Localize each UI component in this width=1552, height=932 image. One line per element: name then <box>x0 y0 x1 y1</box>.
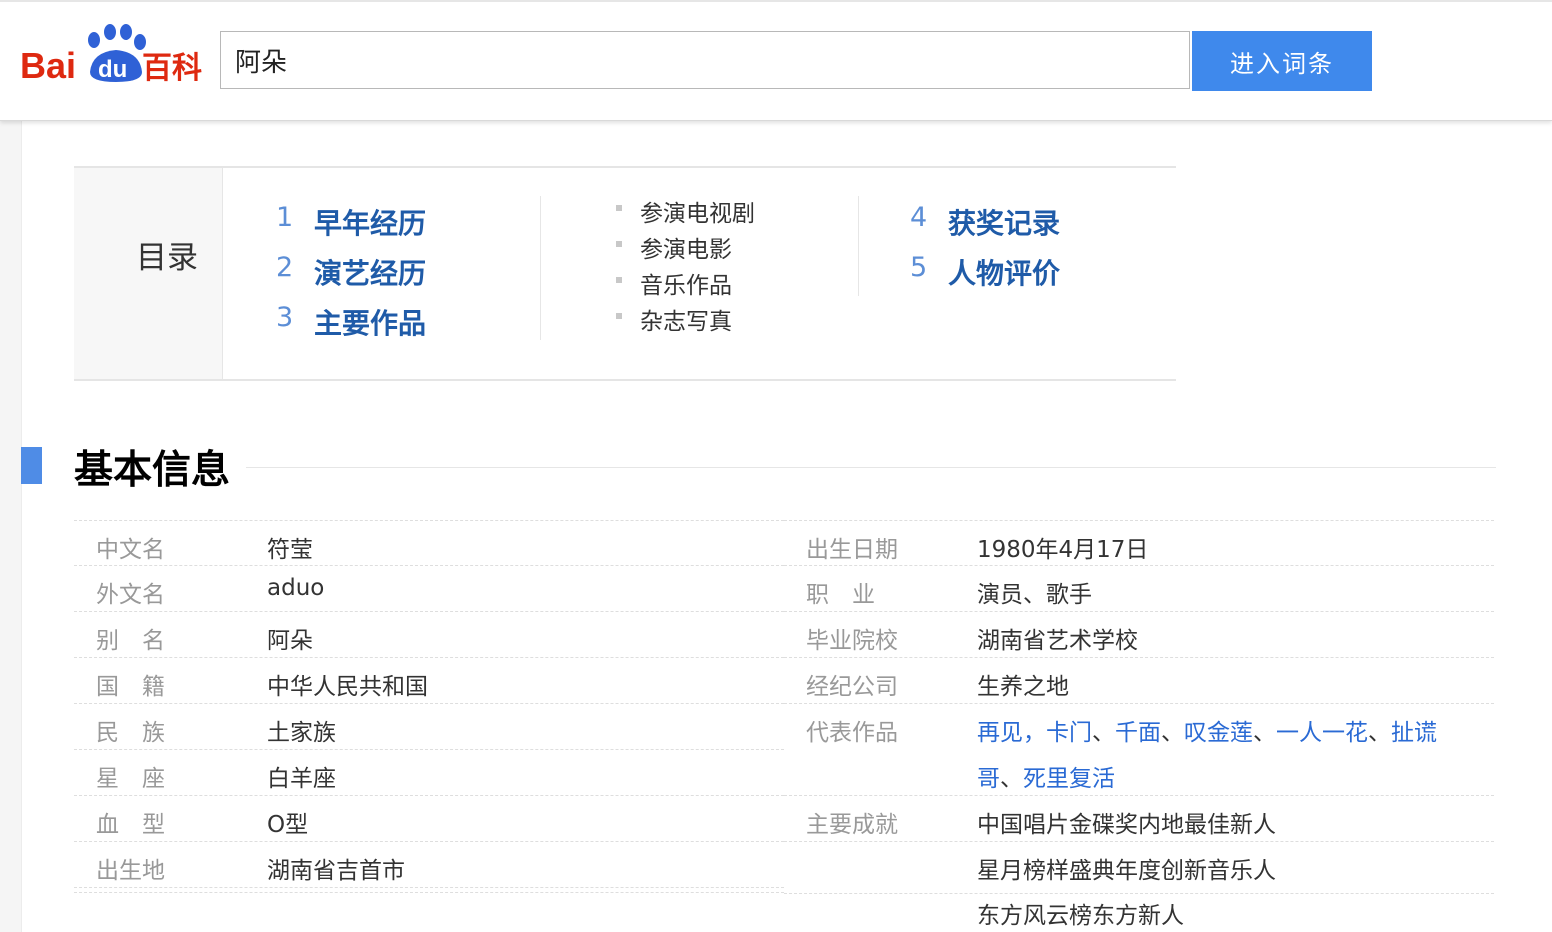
toc-num: 1 <box>276 202 294 233</box>
header-bar: Bai du 百科 进入词条 <box>0 0 1552 121</box>
info-value: 白羊座 <box>267 766 336 792</box>
toc-link[interactable]: 主要作品 <box>314 302 426 342</box>
bullet-icon <box>616 241 622 247</box>
search-input[interactable] <box>221 32 1189 88</box>
info-value: 1980年4月17日 <box>977 537 1149 563</box>
info-label: 出生日期 <box>806 537 898 563</box>
info-label: 职 业 <box>806 582 875 608</box>
work-link-zaijian[interactable]: 再见 <box>977 720 1023 746</box>
toc-link[interactable]: 人物评价 <box>948 252 1060 292</box>
info-label: 血 型 <box>96 812 165 838</box>
info-value: 湖南省吉首市 <box>267 858 405 884</box>
toc-subitem-label: 参演电视剧 <box>640 201 755 227</box>
toc-link[interactable]: 获奖记录 <box>948 202 1060 242</box>
table-of-contents: 目录 1 早年经历 2 演艺经历 3 主要作品 参演电视剧 参演电影 音乐作品 … <box>74 166 1176 381</box>
header-top-border <box>0 0 1552 2</box>
info-label: 外文名 <box>96 582 165 608</box>
info-label: 主要成就 <box>806 812 898 838</box>
info-value: 演员、歌手 <box>977 582 1092 608</box>
bullet-icon <box>616 313 622 319</box>
info-row-achievements-cont: 星月榜样盛典年度创新音乐人 <box>784 842 1494 894</box>
works-line-1: 再见，卡门、千面、叹金莲、一人一花、扯谎 <box>977 713 1437 747</box>
info-value: O型 <box>267 812 309 838</box>
toc-num: 4 <box>910 202 928 233</box>
info-row: 出生日期 1980年4月17日 <box>784 520 1494 566</box>
info-label: 国 籍 <box>96 674 165 700</box>
info-value: 中华人民共和国 <box>267 674 428 700</box>
section-title: 基本信息 <box>74 448 231 493</box>
info-label: 毕业院校 <box>806 628 898 654</box>
info-label: 代表作品 <box>806 720 898 746</box>
info-row-achievements: 主要成就 中国唱片金碟奖内地最佳新人 <box>784 796 1494 842</box>
toc-divider <box>858 196 859 296</box>
info-row: 血 型 O型 <box>74 796 784 842</box>
toc-subitem-label: 杂志写真 <box>640 309 732 335</box>
toc-num: 5 <box>910 252 928 283</box>
toc-label-area: 目录 <box>74 168 223 379</box>
info-row: 国 籍 中华人民共和国 <box>74 658 784 704</box>
toc-label: 目录 <box>136 240 198 276</box>
info-label: 经纪公司 <box>806 674 898 700</box>
info-row: 外文名 aduo <box>74 566 784 612</box>
toc-link[interactable]: 演艺经历 <box>314 252 426 292</box>
info-label: 别 名 <box>96 628 165 654</box>
work-link-tanjinlian[interactable]: 叹金莲 <box>1184 720 1253 746</box>
info-label: 出生地 <box>96 858 165 884</box>
info-row-achievements-cont: 东方风云榜东方新人 <box>784 894 1494 932</box>
work-link-yirenyihua[interactable]: 一人一花 <box>1276 720 1368 746</box>
toc-subitem-label: 音乐作品 <box>640 273 732 299</box>
info-value: 阿朵 <box>267 628 313 654</box>
baidu-baike-logo[interactable]: Bai du 百科 <box>18 20 208 84</box>
work-link-chehuangge-part1[interactable]: 扯谎 <box>1391 720 1437 746</box>
info-row: 民 族 土家族 <box>74 704 784 750</box>
toc-subitem-label: 参演电影 <box>640 237 732 263</box>
separator: 、 <box>1161 720 1184 746</box>
info-value: 湖南省艺术学校 <box>977 628 1138 654</box>
info-value: 生养之地 <box>977 674 1069 700</box>
work-link-kamen[interactable]: 卡门 <box>1046 720 1092 746</box>
section-accent-bar <box>21 447 42 484</box>
table-bottom-border <box>74 892 784 893</box>
achievement-value: 中国唱片金碟奖内地最佳新人 <box>977 812 1276 838</box>
achievement-value: 星月榜样盛典年度创新音乐人 <box>977 858 1276 884</box>
section-divider <box>246 467 1496 468</box>
toc-num: 2 <box>276 252 294 283</box>
bullet-icon <box>616 205 622 211</box>
info-row: 职 业 演员、歌手 <box>784 566 1494 612</box>
info-row: 经纪公司 生养之地 <box>784 658 1494 704</box>
info-row: 毕业院校 湖南省艺术学校 <box>784 612 1494 658</box>
bullet-icon <box>616 277 622 283</box>
work-link-silifuhuo[interactable]: 死里复活 <box>1023 766 1115 792</box>
works-line-2: 哥、死里复活 <box>977 759 1115 793</box>
achievement-value: 东方风云榜东方新人 <box>977 903 1184 929</box>
logo-text-baike: 百科 <box>142 51 202 84</box>
info-row: 出生地 湖南省吉首市 <box>74 842 784 888</box>
separator: 、 <box>1368 720 1391 746</box>
work-link-chehuangge-part2[interactable]: 哥 <box>977 766 1000 792</box>
info-label: 民 族 <box>96 720 165 746</box>
info-value: aduo <box>267 575 325 601</box>
separator: 、 <box>1092 720 1115 746</box>
info-row: 中文名 符莹 <box>74 520 784 566</box>
info-value: 土家族 <box>267 720 336 746</box>
separator: ， <box>1023 720 1046 746</box>
toc-divider <box>540 196 541 340</box>
enter-entry-button[interactable]: 进入词条 <box>1192 31 1372 91</box>
left-side-rail <box>0 120 22 932</box>
info-row-works: 代表作品 再见，卡门、千面、叹金莲、一人一花、扯谎 哥、死里复活 <box>784 704 1494 796</box>
info-row: 星 座 白羊座 <box>74 750 784 796</box>
info-label: 星 座 <box>96 766 165 792</box>
separator: 、 <box>1253 720 1276 746</box>
info-row: 别 名 阿朵 <box>74 612 784 658</box>
logo-text-du: du <box>98 56 127 83</box>
work-link-qianmian[interactable]: 千面 <box>1115 720 1161 746</box>
toc-num: 3 <box>276 302 294 333</box>
info-value: 符莹 <box>267 537 313 563</box>
logo-text-bai: Bai <box>20 45 76 84</box>
search-box <box>220 31 1190 89</box>
info-label: 中文名 <box>96 537 165 563</box>
separator: 、 <box>1000 766 1023 792</box>
toc-link[interactable]: 早年经历 <box>314 202 426 242</box>
